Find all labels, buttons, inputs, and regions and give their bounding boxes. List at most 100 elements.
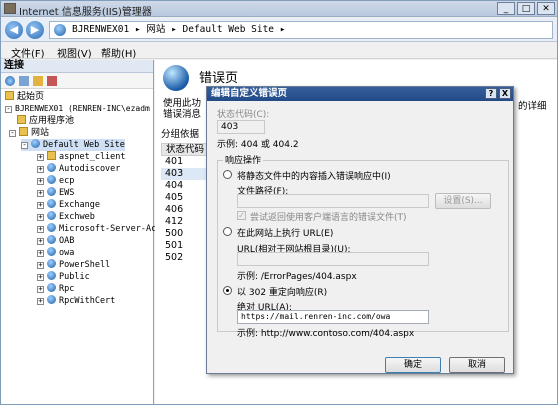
- status-code-label: 状态代码(C):: [217, 110, 270, 120]
- iis-app-icon: [4, 3, 16, 14]
- app-icon: [47, 295, 56, 304]
- table-row[interactable]: 502: [161, 252, 211, 264]
- app-icon: [47, 283, 56, 292]
- collapse-icon[interactable]: -: [5, 106, 12, 113]
- page-description: 使用此功 错误消息: [163, 98, 202, 120]
- tree-default-web-site[interactable]: - Default Web Site: [21, 139, 125, 151]
- execute-url-radio[interactable]: [223, 227, 232, 236]
- app-icon: [47, 187, 56, 196]
- status-example: 示例: 404 或 404.2: [217, 140, 299, 150]
- app-icon: [47, 223, 56, 232]
- cancel-button[interactable]: 取消: [449, 357, 505, 373]
- tree-child[interactable]: + Exchange: [37, 199, 100, 211]
- ok-button[interactable]: 确定: [385, 357, 441, 373]
- tree-child[interactable]: + aspnet_client: [37, 151, 126, 163]
- back-arrow-icon[interactable]: ◀: [5, 21, 23, 39]
- globe-icon: [54, 24, 66, 36]
- connect-icon[interactable]: [5, 76, 15, 86]
- relative-url-field[interactable]: [237, 252, 429, 266]
- error-pages-globe-icon: [163, 65, 189, 91]
- title-bar: Internet 信息服务(IIS)管理器 _ □ ✕: [1, 1, 557, 18]
- static-file-radio[interactable]: [223, 170, 232, 179]
- connections-header: 连接: [1, 60, 153, 73]
- menu-help[interactable]: 帮助(H): [101, 45, 136, 60]
- status-code-field[interactable]: 403: [217, 120, 265, 134]
- dialog-title-bar: 编辑自定义错误页 ? X: [207, 87, 513, 101]
- close-dialog-button[interactable]: X: [499, 88, 511, 99]
- tree-server[interactable]: - BJRENWEX01 (RENREN-INC\ezadm: [5, 103, 150, 115]
- app-icon: [47, 199, 56, 208]
- tree-child[interactable]: + Rpc: [37, 283, 74, 295]
- sites-folder-icon: [19, 127, 28, 136]
- column-status-code[interactable]: 状态代码: [161, 143, 211, 156]
- set-path-button[interactable]: 设置(S)...: [435, 193, 491, 209]
- absolute-url-field[interactable]: https://mail.renren-inc.com/owa: [237, 310, 429, 324]
- globe-icon: [31, 139, 40, 148]
- home-icon: [5, 91, 14, 100]
- page-title: 错误页: [199, 71, 239, 86]
- tree-app-pools[interactable]: 应用程序池: [17, 115, 74, 127]
- breadcrumb[interactable]: BJRENWEX01 ▸ 网站 ▸ Default Web Site ▸: [49, 21, 553, 39]
- static-file-label: 将静态文件中的内容插入错误响应中(I): [237, 172, 391, 182]
- tree-child[interactable]: + OAB: [37, 235, 74, 247]
- menu-view[interactable]: 视图(V): [57, 45, 92, 60]
- relative-url-example: 示例: /ErrorPages/404.aspx: [237, 272, 357, 282]
- tree-child[interactable]: + Microsoft-Server-Act: [37, 223, 161, 235]
- app-icon: [47, 247, 56, 256]
- tree-child[interactable]: + RpcWithCert: [37, 295, 115, 307]
- tree-sites[interactable]: - 网站: [9, 127, 49, 139]
- tree-child[interactable]: + ecp: [37, 175, 74, 187]
- address-bar: ◀ ▶ BJRENWEX01 ▸ 网站 ▸ Default Web Site ▸: [1, 18, 557, 42]
- connections-toolbar: [1, 73, 153, 89]
- close-window-button[interactable]: ✕: [537, 2, 555, 15]
- redirect-302-label: 以 302 重定向响应(R): [237, 288, 328, 298]
- try-language-checkbox[interactable]: ✓: [237, 211, 246, 220]
- file-path-field[interactable]: [237, 194, 429, 208]
- table-row[interactable]: 403: [161, 168, 211, 180]
- save-icon[interactable]: [19, 76, 29, 86]
- app-icon: [47, 175, 56, 184]
- tree-child[interactable]: + owa: [37, 247, 74, 259]
- table-row[interactable]: 500: [161, 228, 211, 240]
- breadcrumb-path: BJRENWEX01 ▸ 网站 ▸ Default Web Site ▸: [72, 24, 286, 35]
- iis-manager-window: Internet 信息服务(IIS)管理器 _ □ ✕ ◀ ▶ BJRENWEX…: [0, 0, 558, 405]
- collapse-icon[interactable]: -: [9, 130, 16, 137]
- response-action-legend: 响应操作: [223, 153, 264, 166]
- menu-file[interactable]: 文件(F): [11, 45, 45, 60]
- app-icon: [47, 211, 56, 220]
- table-row[interactable]: 406: [161, 204, 211, 216]
- tree-child[interactable]: + Exchweb: [37, 211, 95, 223]
- forward-arrow-icon[interactable]: ▶: [26, 21, 44, 39]
- dialog-title: 编辑自定义错误页: [211, 88, 288, 99]
- minimize-button[interactable]: _: [497, 2, 515, 15]
- table-row[interactable]: 412: [161, 216, 211, 228]
- redirect-302-radio[interactable]: [223, 286, 232, 295]
- table-row[interactable]: 405: [161, 192, 211, 204]
- connections-pane: 连接 起始页 - BJRENWEX01 (RENREN-INC\ezadm 应用程…: [1, 60, 161, 404]
- window-title: Internet 信息服务(IIS)管理器: [19, 7, 152, 18]
- table-row[interactable]: 501: [161, 240, 211, 252]
- app-icon: [47, 271, 56, 280]
- collapse-icon[interactable]: -: [21, 142, 28, 149]
- tree-start-page[interactable]: 起始页: [5, 91, 44, 103]
- try-language-label: 尝试返回使用客户端语言的错误文件(T): [250, 213, 407, 223]
- absolute-url-example: 示例: http://www.contoso.com/404.aspx: [237, 329, 415, 339]
- execute-url-label: 在此网站上执行 URL(E): [237, 229, 334, 239]
- menu-bar: 文件(F) 视图(V) 帮助(H): [1, 43, 557, 60]
- table-row[interactable]: 401: [161, 156, 211, 168]
- up-icon[interactable]: [33, 76, 43, 86]
- page-description-tail: 的详细: [518, 101, 547, 112]
- app-icon: [47, 235, 56, 244]
- folder-icon: [47, 151, 56, 160]
- edit-custom-error-dialog: 编辑自定义错误页 ? X 状态代码(C): 403 示例: 404 或 404.…: [206, 86, 514, 374]
- app-icon: [47, 259, 56, 268]
- maximize-button[interactable]: □: [517, 2, 535, 15]
- help-button[interactable]: ?: [485, 88, 497, 99]
- app-icon: [47, 163, 56, 172]
- tree-child[interactable]: + Autodiscover: [37, 163, 120, 175]
- disconnect-icon[interactable]: [47, 76, 57, 86]
- tree-child[interactable]: + Public: [37, 271, 90, 283]
- table-row[interactable]: 404: [161, 180, 211, 192]
- tree-child[interactable]: + EWS: [37, 187, 74, 199]
- tree-child[interactable]: + PowerShell: [37, 259, 110, 271]
